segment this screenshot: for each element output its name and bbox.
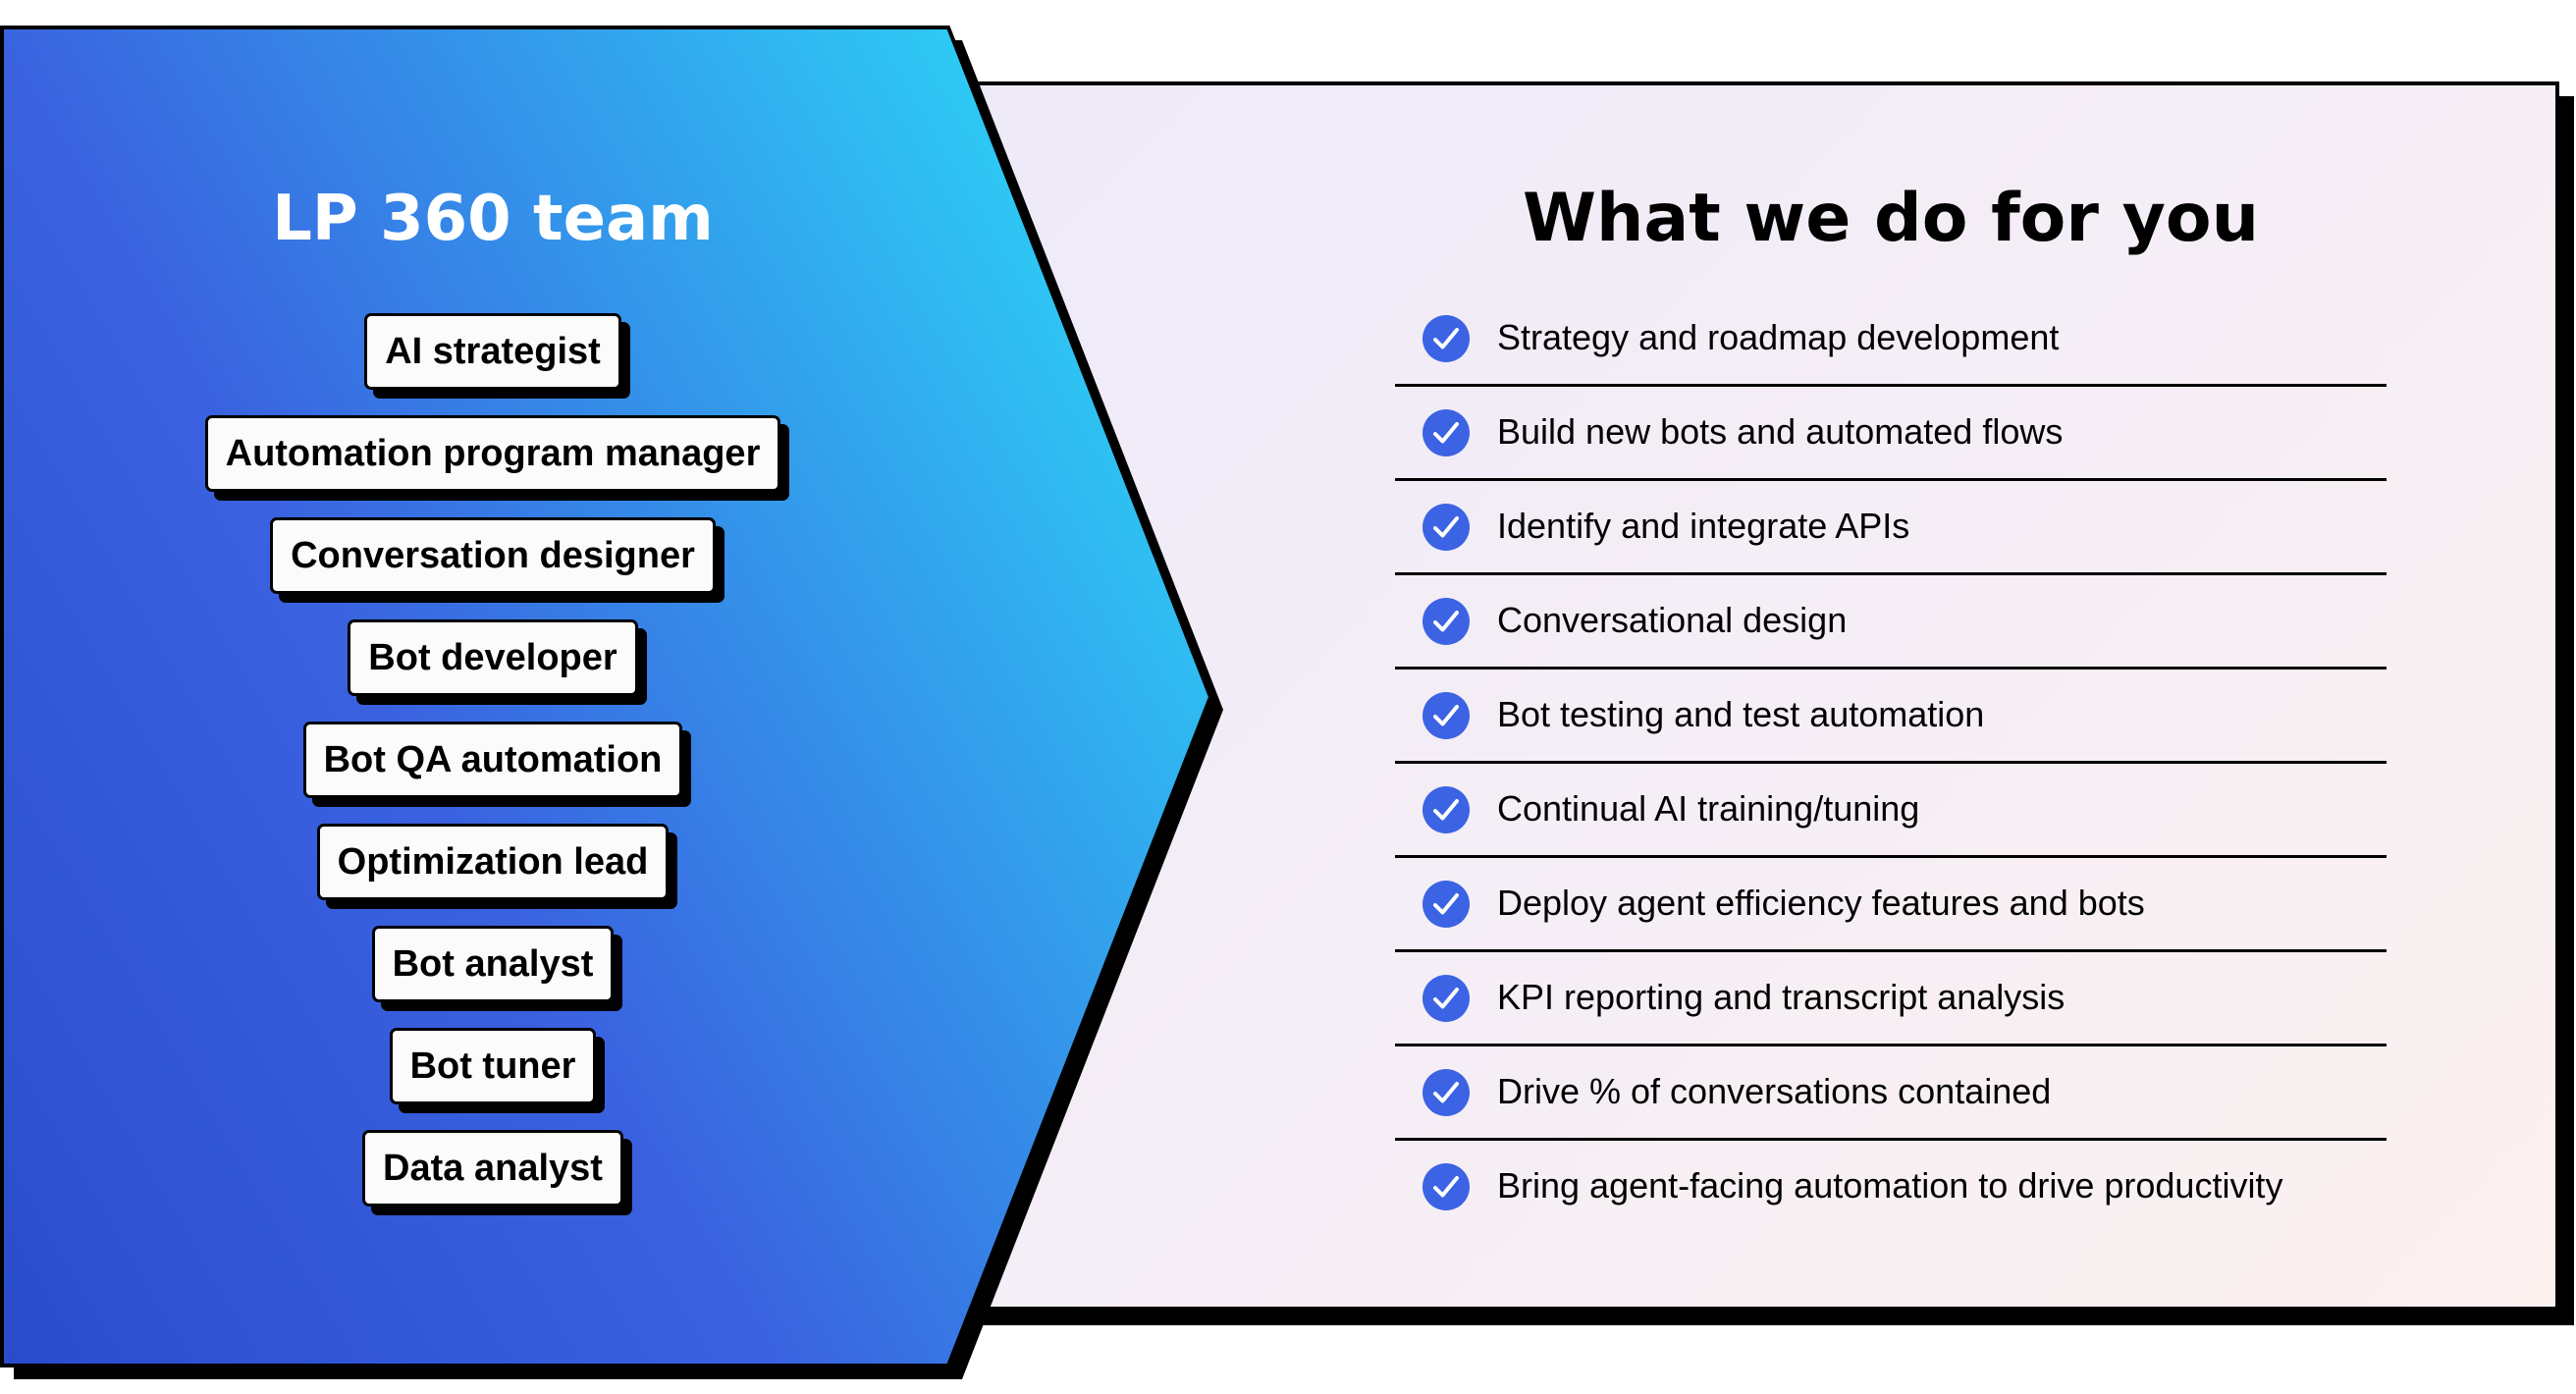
role-pill: Bot tuner (389, 1028, 597, 1104)
role-label: Bot QA automation (323, 738, 663, 780)
service-item: Drive % of conversations contained (1395, 1046, 2387, 1141)
check-circle-icon (1422, 785, 1470, 833)
role-pill: Optimization lead (316, 824, 670, 900)
role-pill: Conversation designer (270, 517, 716, 594)
role-label: Automation program manager (225, 432, 761, 474)
service-item: Conversational design (1395, 575, 2387, 670)
services-list: Strategy and roadmap development Build n… (1395, 293, 2387, 1232)
check-circle-icon (1422, 974, 1470, 1022)
role-pill: Bot developer (348, 619, 638, 696)
service-label: Identify and integrate APIs (1497, 505, 1910, 546)
role-pill: Bot analyst (371, 926, 615, 1002)
check-circle-icon (1422, 691, 1470, 739)
role-label: Optimization lead (337, 840, 649, 883)
role-label: Bot developer (368, 636, 617, 678)
role-pill: Data analyst (362, 1130, 623, 1206)
team-roles-list: AI strategist Automation program manager… (0, 313, 986, 1206)
service-label: Continual AI training/tuning (1497, 787, 1920, 829)
service-label: Strategy and roadmap development (1497, 316, 2060, 357)
role-label: Bot analyst (392, 942, 594, 985)
check-circle-icon (1422, 408, 1470, 456)
service-label: Deploy agent efficiency features and bot… (1497, 882, 2145, 923)
service-label: Drive % of conversations contained (1497, 1070, 2052, 1111)
service-label: Bring agent-facing automation to drive p… (1497, 1164, 2283, 1206)
check-circle-icon (1422, 503, 1470, 551)
service-item: Strategy and roadmap development (1395, 293, 2387, 387)
service-label: Bot testing and test automation (1497, 693, 1985, 734)
service-item: KPI reporting and transcript analysis (1395, 952, 2387, 1046)
service-item: Identify and integrate APIs (1395, 481, 2387, 575)
role-pill: Automation program manager (204, 415, 781, 492)
service-item: Deploy agent efficiency features and bot… (1395, 858, 2387, 952)
role-pill: AI strategist (364, 313, 621, 390)
check-circle-icon (1422, 1068, 1470, 1116)
services-title: What we do for you (1522, 180, 2260, 257)
role-label: Bot tuner (409, 1045, 576, 1087)
service-item: Continual AI training/tuning (1395, 764, 2387, 858)
role-label: AI strategist (385, 330, 601, 372)
service-label: Conversational design (1497, 599, 1848, 640)
service-item: Bot testing and test automation (1395, 670, 2387, 764)
team-title: LP 360 team (272, 183, 714, 255)
check-circle-icon (1422, 1162, 1470, 1210)
check-circle-icon (1422, 880, 1470, 928)
service-label: KPI reporting and transcript analysis (1497, 976, 2066, 1017)
check-circle-icon (1422, 314, 1470, 362)
service-label: Build new bots and automated flows (1497, 410, 2064, 452)
role-label: Conversation designer (291, 534, 695, 576)
role-pill: Bot QA automation (302, 722, 683, 798)
role-label: Data analyst (383, 1147, 603, 1189)
service-item: Build new bots and automated flows (1395, 387, 2387, 481)
check-circle-icon (1422, 597, 1470, 645)
service-item: Bring agent-facing automation to drive p… (1395, 1141, 2387, 1232)
